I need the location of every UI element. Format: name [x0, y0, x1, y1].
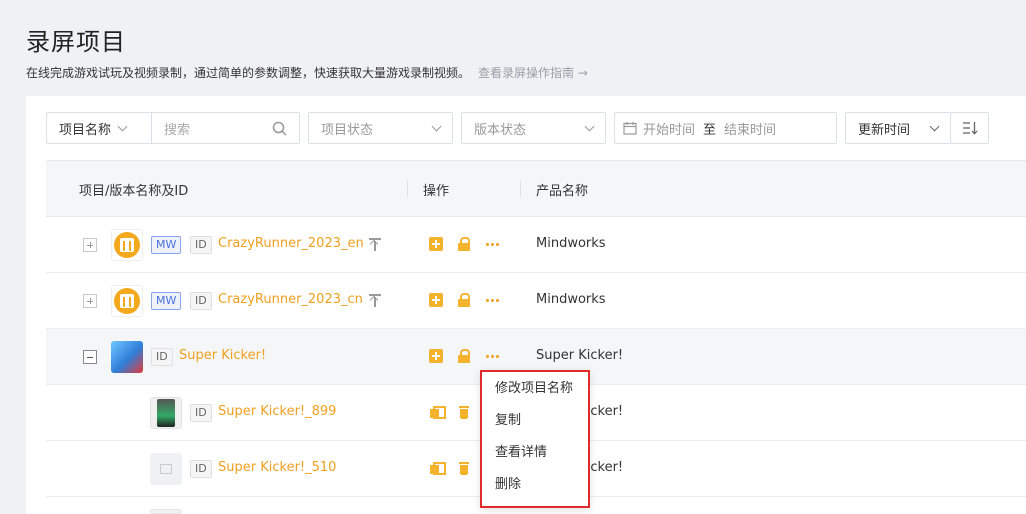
table-header: 项目/版本名称及ID 操作 产品名称 [46, 160, 1026, 217]
version-status-placeholder: 版本状态 [474, 122, 527, 138]
date-range-picker[interactable]: 开始时间 至 结束时间 [614, 112, 837, 144]
chevron-down-icon [117, 121, 128, 131]
more-actions-icon[interactable] [485, 349, 499, 363]
lock-icon[interactable] [457, 349, 471, 363]
pin-top-icon[interactable] [369, 294, 381, 307]
pin-top-icon[interactable] [369, 238, 381, 251]
project-name-link[interactable]: CrazyRunner_2023_en [218, 236, 364, 251]
lock-icon[interactable] [457, 293, 471, 307]
column-header-actions: 操作 [423, 184, 450, 199]
add-version-icon[interactable] [429, 349, 443, 363]
product-name: Super Kicker! [536, 348, 624, 363]
id-tag[interactable]: ID [190, 460, 212, 478]
chevron-down-icon [929, 121, 940, 131]
lock-icon[interactable] [457, 237, 471, 251]
start-date-placeholder[interactable]: 开始时间 [643, 119, 695, 138]
project-thumbnail [111, 341, 143, 373]
expand-toggle[interactable] [83, 294, 97, 308]
description-text: 在线完成游戏试玩及视频录制，通过简单的参数调整，快速获取大量游戏录制视频。 [26, 66, 471, 80]
row-actions [429, 405, 471, 419]
search-placeholder: 搜索 [164, 122, 191, 138]
chevron-down-icon [584, 121, 595, 131]
version-thumbnail [150, 397, 182, 429]
collapse-toggle[interactable] [83, 350, 97, 364]
search-field-select[interactable]: 项目名称 [47, 113, 152, 143]
version-name-link[interactable]: Super Kicker!_899 [218, 404, 336, 419]
guide-link[interactable]: 查看录屏操作指南 → [478, 66, 588, 80]
name-search-filter: 项目名称 搜索 [46, 112, 300, 144]
page-title: 录屏项目 [26, 28, 126, 56]
project-thumbnail [111, 285, 143, 317]
menu-item-copy[interactable]: 复制 [482, 408, 588, 440]
id-tag[interactable]: ID [190, 404, 212, 422]
mw-tag: MW [151, 292, 182, 310]
menu-item-delete[interactable]: 删除 [482, 472, 588, 504]
id-tag[interactable]: ID [151, 348, 173, 366]
add-version-icon[interactable] [429, 237, 443, 251]
id-tag[interactable]: ID [190, 236, 212, 254]
chevron-down-icon [431, 121, 442, 131]
copy-icon[interactable] [429, 461, 446, 475]
sort-order-icon [962, 122, 977, 135]
search-icon[interactable] [272, 121, 287, 136]
project-name-link[interactable]: Super Kicker! [179, 348, 266, 363]
table-row[interactable]: MW ID CrazyRunner_2023_en Mindworks [46, 217, 1026, 273]
image-placeholder-icon [160, 464, 172, 474]
sort-field-select[interactable]: 更新时间 [845, 112, 951, 144]
row-actions [429, 237, 499, 251]
sort-order-button[interactable] [950, 112, 989, 144]
search-input[interactable]: 搜索 [152, 119, 299, 138]
version-name-link[interactable]: Super Kicker!_510 [218, 460, 336, 475]
product-name: Mindworks [536, 292, 606, 307]
column-header-name: 项目/版本名称及ID [79, 184, 189, 199]
version-thumbnail [150, 509, 182, 514]
end-date-placeholder[interactable]: 结束时间 [724, 119, 776, 138]
calendar-icon [623, 122, 637, 135]
sort-label: 更新时间 [858, 122, 911, 138]
delete-icon[interactable] [457, 461, 471, 475]
mw-tag: MW [151, 236, 182, 254]
search-field-label: 项目名称 [59, 122, 112, 138]
version-status-select[interactable]: 版本状态 [461, 112, 606, 144]
page-header: 录屏项目 在线完成游戏试玩及视频录制，通过简单的参数调整，快速获取大量游戏录制视… [0, 0, 1026, 96]
menu-item-details[interactable]: 查看详情 [482, 440, 588, 472]
product-name: Mindworks [536, 236, 606, 251]
date-separator: 至 [703, 122, 717, 138]
more-actions-icon[interactable] [485, 293, 499, 307]
row-actions [429, 461, 471, 475]
copy-icon[interactable] [429, 405, 446, 419]
add-version-icon[interactable] [429, 293, 443, 307]
expand-toggle[interactable] [83, 238, 97, 252]
column-divider [407, 181, 408, 197]
version-thumbnail [150, 453, 182, 485]
column-divider [520, 181, 521, 197]
column-header-product: 产品名称 [536, 184, 589, 199]
row-actions [429, 293, 499, 307]
more-actions-menu: 修改项目名称 复制 查看详情 删除 [480, 370, 590, 508]
project-thumbnail [111, 229, 143, 261]
project-status-select[interactable]: 项目状态 [308, 112, 453, 144]
id-tag[interactable]: ID [190, 292, 212, 310]
project-status-placeholder: 项目状态 [321, 122, 374, 138]
menu-item-rename[interactable]: 修改项目名称 [482, 376, 588, 408]
table-row[interactable]: MW ID CrazyRunner_2023_cn Mindworks [46, 273, 1026, 329]
more-actions-icon[interactable] [485, 237, 499, 251]
project-name-link[interactable]: CrazyRunner_2023_cn [218, 292, 363, 307]
delete-icon[interactable] [457, 405, 471, 419]
row-actions [429, 349, 499, 363]
page-description: 在线完成游戏试玩及视频录制，通过简单的参数调整，快速获取大量游戏录制视频。 查看录… [26, 64, 588, 81]
